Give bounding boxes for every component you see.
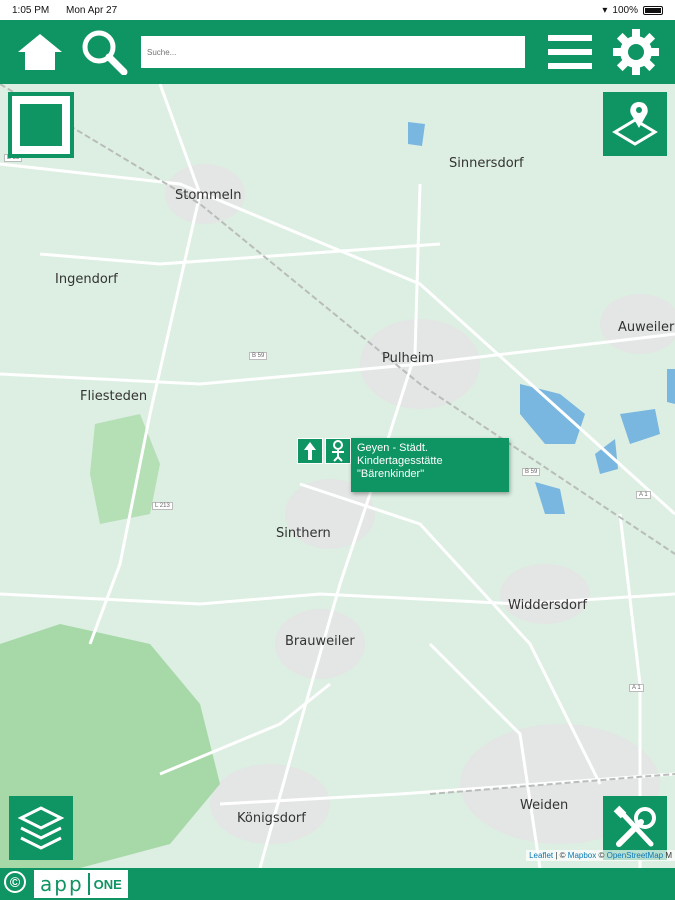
place-label: Brauweiler (285, 634, 355, 649)
location-map-button[interactable] (603, 92, 667, 156)
leaflet-link[interactable]: Leaflet (529, 851, 553, 860)
place-label: Weiden (520, 798, 569, 813)
child-icon (332, 440, 344, 462)
copyright-icon[interactable]: © (4, 871, 26, 893)
menu-button[interactable] (545, 28, 595, 76)
place-label: Königsdorf (237, 811, 306, 826)
map-pin-icon (612, 102, 658, 146)
home-button[interactable] (15, 28, 65, 76)
map-attribution: Leaflet | © Mapbox © OpenStreetMap M (526, 850, 675, 861)
brand-app-text: app (40, 872, 84, 896)
gear-icon (613, 29, 659, 75)
osm-link[interactable]: OpenStreetMap (607, 851, 663, 860)
brand-one-text: ONE (93, 876, 122, 892)
arrow-up-icon (304, 442, 316, 460)
map-base-layer (0, 84, 675, 868)
search-button[interactable] (79, 28, 129, 76)
place-label: Ingendorf (55, 272, 118, 287)
top-toolbar (0, 20, 675, 84)
bottom-bar: © app ONE (0, 868, 675, 900)
attribution-suffix: M (665, 851, 672, 860)
menu-icon (548, 35, 592, 69)
poi-pin[interactable] (325, 438, 351, 464)
brand-separator (87, 873, 90, 895)
navigate-pin[interactable] (297, 438, 323, 464)
search-input[interactable] (141, 36, 525, 68)
battery-icon (643, 5, 663, 15)
status-time: 1:05 PM (12, 4, 50, 16)
layers-button[interactable] (9, 796, 73, 860)
place-label: Auweiler (618, 320, 675, 335)
status-date: Mon Apr 27 (66, 4, 118, 16)
popup-label[interactable]: Geyen - Städt. Kindertagesstätte "Bärenk… (351, 438, 509, 492)
place-label: Fliesteden (80, 389, 148, 404)
status-bar: 1:05 PM Mon Apr 27 ▾ 100% (0, 0, 675, 20)
road-label: L 213 (152, 502, 173, 510)
tools-icon (613, 805, 656, 847)
search-icon (82, 30, 128, 75)
place-label: Stommeln (175, 188, 242, 203)
place-label: Pulheim (382, 351, 434, 366)
layers-icon (17, 806, 65, 850)
fullscreen-icon (20, 104, 62, 146)
wifi-icon: ▾ (602, 4, 608, 16)
battery-label: 100% (612, 4, 638, 16)
place-label: Widdersdorf (508, 598, 587, 613)
road-label: B 59 (249, 352, 268, 360)
brand-logo: app ONE (34, 870, 128, 898)
road-label: A 1 (629, 684, 644, 692)
road-label: B 59 (522, 468, 541, 476)
settings-button[interactable] (611, 28, 661, 76)
map-view[interactable]: Sinnersdorf Stommeln Ingendorf Pulheim A… (0, 84, 675, 868)
road-label: A 1 (636, 491, 651, 499)
home-icon (18, 34, 62, 70)
fullscreen-button[interactable] (8, 92, 74, 158)
place-label: Sinthern (276, 526, 331, 541)
place-label: Sinnersdorf (449, 156, 524, 171)
mapbox-link[interactable]: Mapbox (568, 851, 596, 860)
